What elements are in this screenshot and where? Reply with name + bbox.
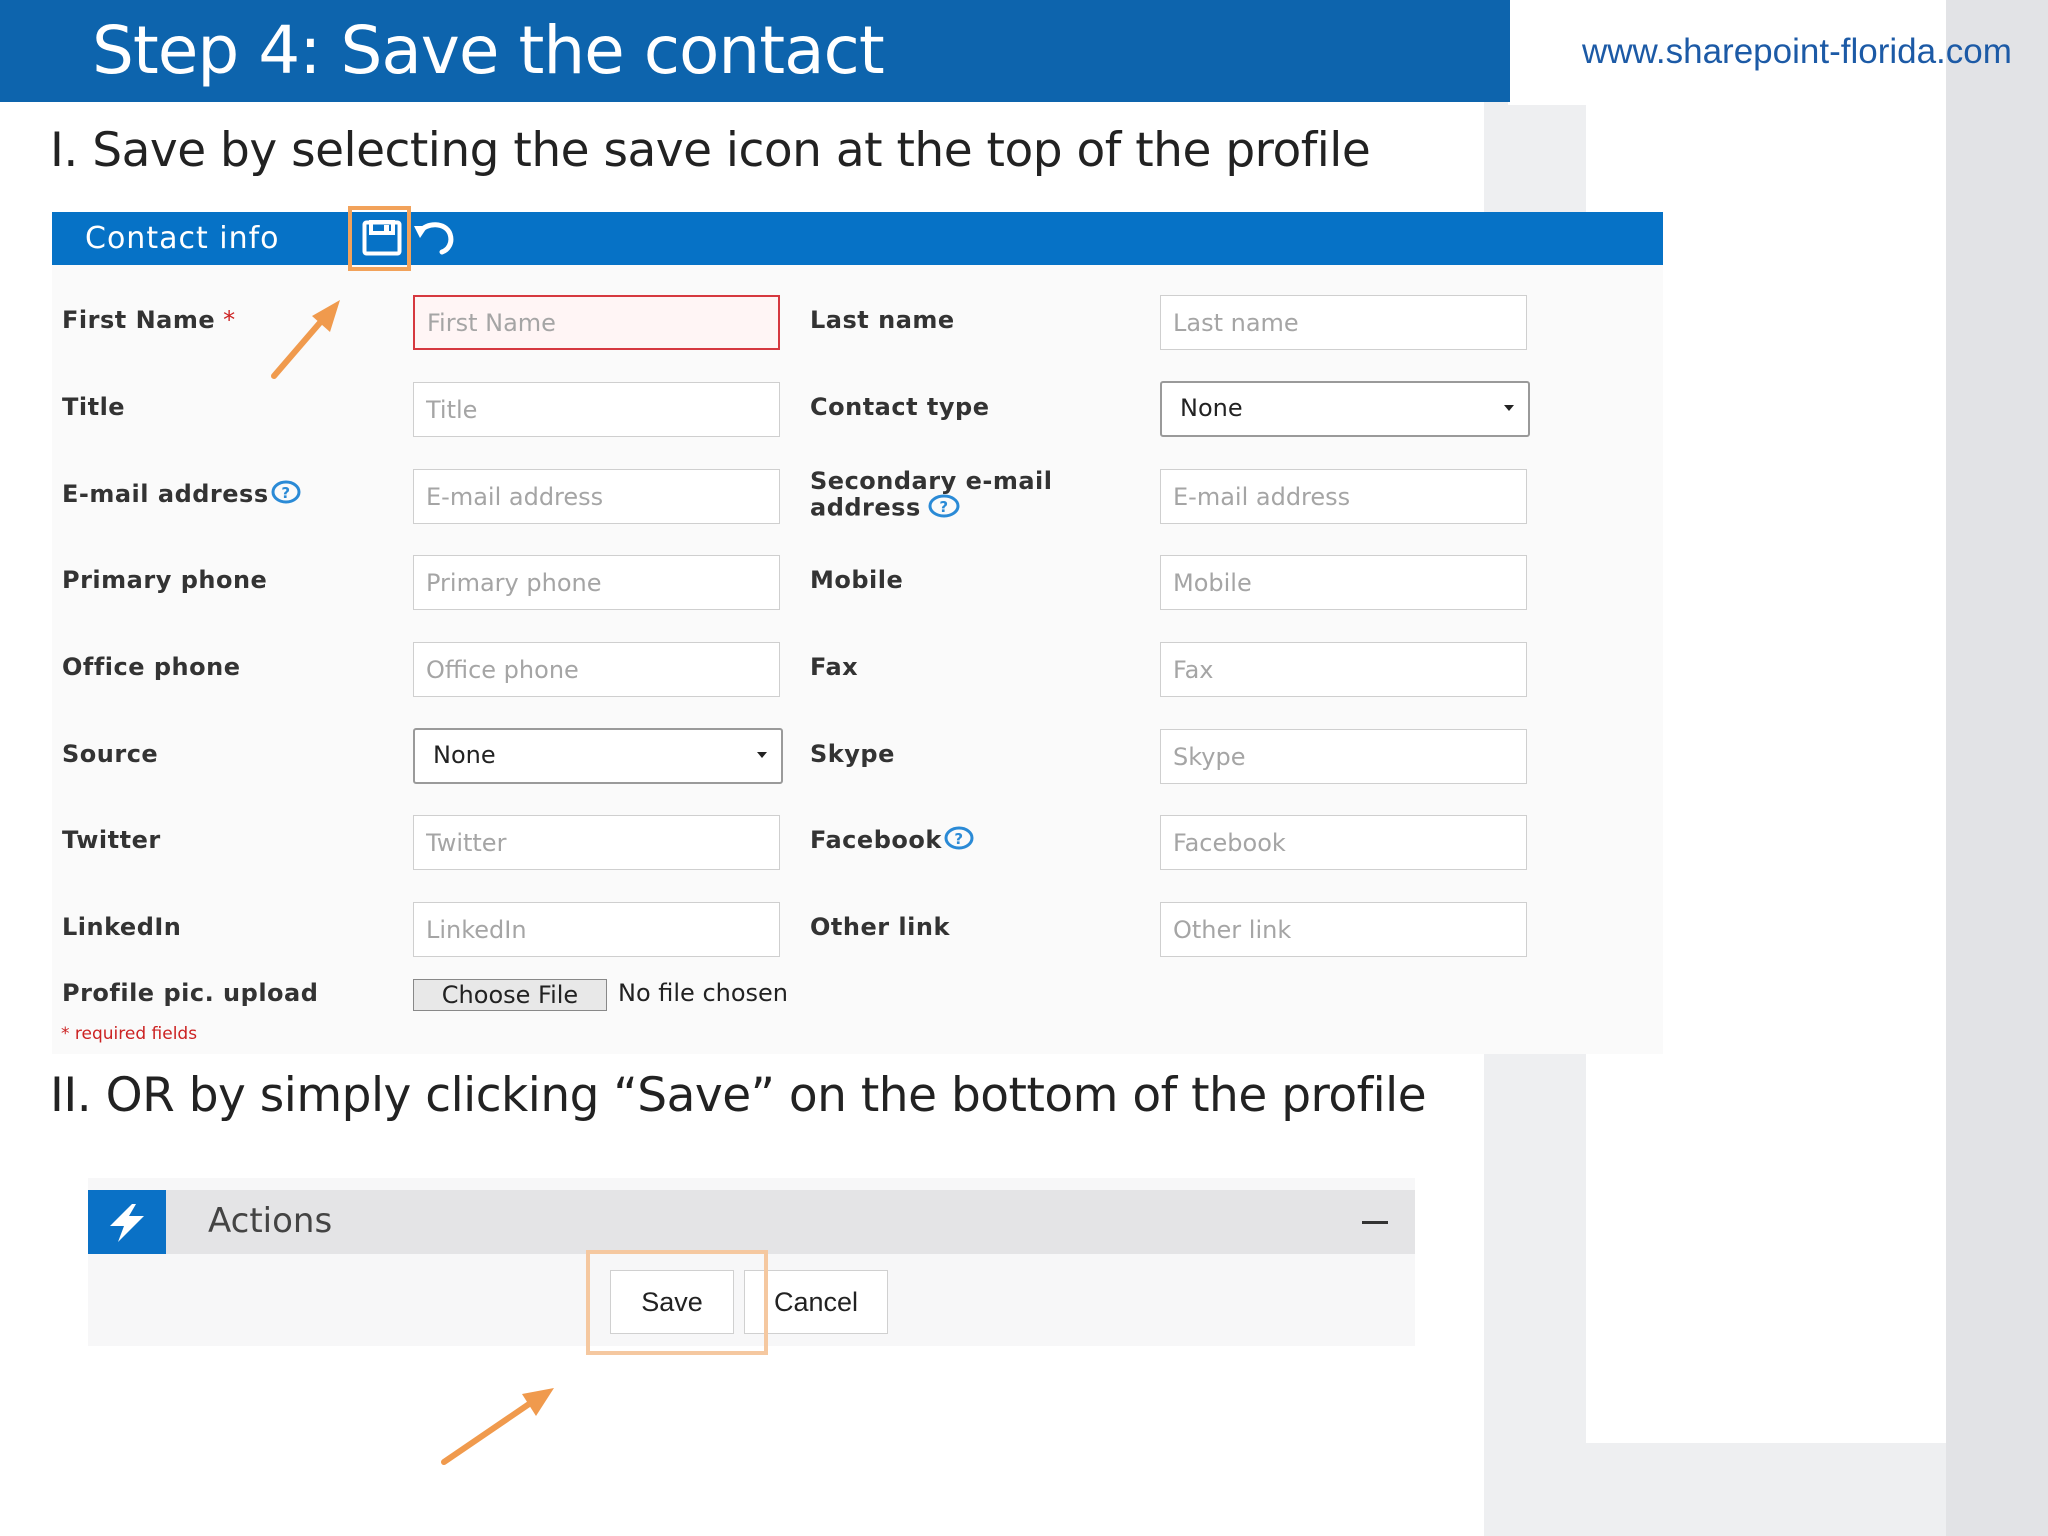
svg-text:?: ?	[281, 484, 290, 502]
secondary-email-input[interactable]	[1160, 469, 1527, 524]
svg-text:?: ?	[954, 830, 963, 848]
first-name-label: First Name *	[62, 306, 236, 334]
primary-phone-input[interactable]	[413, 555, 780, 610]
linkedin-label: LinkedIn	[62, 913, 182, 941]
help-icon[interactable]: ?	[923, 494, 961, 523]
lightning-icon	[88, 1190, 166, 1254]
undo-icon[interactable]	[412, 218, 462, 262]
actions-header[interactable]: Actions	[88, 1190, 1415, 1254]
other-link-input[interactable]	[1160, 902, 1527, 957]
annotation-arrow-icon	[441, 1388, 554, 1465]
title-input[interactable]	[413, 382, 780, 437]
first-name-input[interactable]	[413, 295, 780, 350]
file-status: No file chosen	[618, 979, 789, 1007]
title-label: Title	[62, 393, 126, 421]
contact-type-value: None	[1180, 394, 1243, 422]
save-icon[interactable]	[362, 220, 402, 260]
choose-file-button[interactable]: Choose File	[413, 979, 607, 1011]
contact-type-label: Contact type	[810, 393, 990, 421]
contact-type-select[interactable]: None	[1160, 381, 1530, 437]
skype-input[interactable]	[1160, 729, 1527, 784]
skype-label: Skype	[810, 740, 895, 768]
fax-input[interactable]	[1160, 642, 1527, 697]
last-name-input[interactable]	[1160, 295, 1527, 350]
twitter-label: Twitter	[62, 826, 161, 854]
step-one-text: I. Save by selecting the save icon at th…	[50, 123, 1371, 178]
step-two-text: II. OR by simply clicking “Save” on the …	[50, 1068, 1427, 1123]
email-label: E-mail address?	[62, 480, 301, 510]
collapse-icon[interactable]	[1362, 1221, 1388, 1224]
twitter-input[interactable]	[413, 815, 780, 870]
site-url: www.sharepoint-florida.com	[1582, 32, 2012, 71]
other-link-label: Other link	[810, 913, 950, 941]
required-star: *	[223, 306, 236, 334]
actions-title: Actions	[208, 1201, 333, 1241]
profile-pic-label: Profile pic. upload	[62, 979, 319, 1007]
office-phone-label: Office phone	[62, 653, 241, 681]
source-value: None	[433, 741, 496, 769]
help-icon[interactable]: ?	[271, 480, 301, 510]
help-icon[interactable]: ?	[944, 826, 974, 856]
last-name-label: Last name	[810, 306, 955, 334]
secondary-email-label: Secondary e-mail address?	[810, 467, 1053, 523]
chevron-down-icon	[1504, 405, 1514, 411]
mobile-label: Mobile	[810, 566, 904, 594]
fax-label: Fax	[810, 653, 859, 681]
facebook-input[interactable]	[1160, 815, 1527, 870]
save-icon-highlight	[348, 206, 411, 271]
required-fields-note: * required fields	[61, 1024, 198, 1044]
office-phone-input[interactable]	[413, 642, 780, 697]
form-header-title: Contact info	[85, 221, 280, 256]
facebook-label: Facebook?	[810, 826, 974, 856]
linkedin-input[interactable]	[413, 902, 780, 957]
svg-text:?: ?	[939, 498, 948, 516]
source-select[interactable]: None	[413, 728, 783, 784]
form-header: Contact info	[52, 212, 1663, 265]
primary-phone-label: Primary phone	[62, 566, 268, 594]
chevron-down-icon	[757, 752, 767, 758]
slide-title: Step 4: Save the contact	[92, 12, 885, 89]
title-bar: Step 4: Save the contact	[0, 0, 1510, 102]
mobile-input[interactable]	[1160, 555, 1527, 610]
email-input[interactable]	[413, 469, 780, 524]
save-button-highlight	[586, 1250, 768, 1355]
source-label: Source	[62, 740, 159, 768]
background-panel-dark	[1946, 0, 2048, 1536]
annotation-arrow-icon	[271, 300, 340, 379]
